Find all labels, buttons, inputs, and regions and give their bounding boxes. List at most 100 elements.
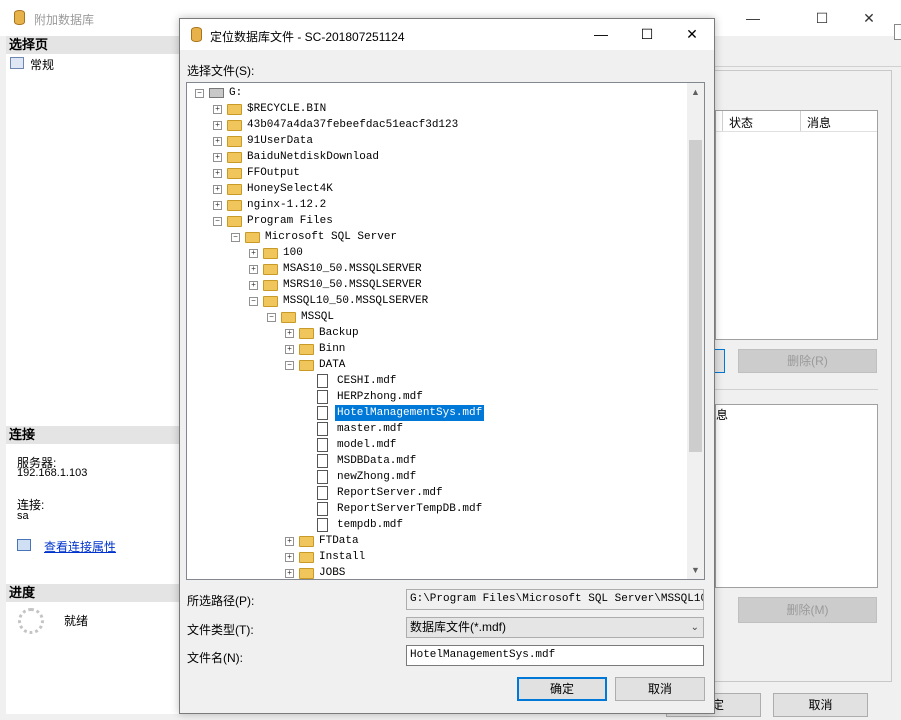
tree-item-label: JOBS xyxy=(319,567,346,579)
left-pane: 选择页 常规 连接 服务器: 192.168.1.103 连接: sa 查看连接… xyxy=(6,36,180,714)
expand-icon[interactable]: + xyxy=(285,553,294,562)
tree-item-label: BaiduNetdiskDownload xyxy=(247,151,380,163)
folder-icon xyxy=(299,328,314,339)
remove-file-button[interactable]: 删除(M) xyxy=(738,597,877,623)
file-name-label: 文件名(N): xyxy=(187,651,243,665)
expand-icon[interactable]: + xyxy=(213,121,222,130)
collapse-icon[interactable]: − xyxy=(285,361,294,370)
select-file-label: 选择文件(S): xyxy=(187,64,255,78)
expand-icon[interactable]: + xyxy=(249,281,258,290)
cancel-button[interactable]: 取消 xyxy=(615,677,705,701)
bg-maximize-button[interactable]: ☐ xyxy=(799,3,845,33)
folder-icon xyxy=(227,120,242,131)
bg-toolbar-button[interactable] xyxy=(894,24,901,40)
collapse-icon[interactable]: − xyxy=(249,297,258,306)
expand-icon[interactable]: + xyxy=(285,345,294,354)
collapse-icon[interactable]: − xyxy=(213,217,222,226)
selected-path-field[interactable]: G:\Program Files\Microsoft SQL Server\MS… xyxy=(406,589,704,610)
file-icon xyxy=(317,470,328,484)
dialog-maximize-button[interactable]: ☐ xyxy=(624,19,670,50)
collapse-icon[interactable]: − xyxy=(231,233,240,242)
grid-header-message[interactable]: 消息 xyxy=(807,114,831,131)
tree-item-label: Program Files xyxy=(247,215,333,227)
file-type-select[interactable]: 数据库文件(*.mdf) ⌄ xyxy=(406,617,704,638)
databases-grid[interactable]: 状态 消息 xyxy=(715,110,878,340)
scroll-up-arrow-icon[interactable]: ▲ xyxy=(691,87,700,97)
bg-minimize-button[interactable]: — xyxy=(730,3,776,33)
tree-item-label: FTData xyxy=(319,535,359,547)
expand-icon[interactable]: + xyxy=(285,329,294,338)
dialog-title: 定位数据库文件 - SC-201807251124 xyxy=(210,30,405,44)
folder-icon xyxy=(281,312,296,323)
file-icon xyxy=(317,438,328,452)
file-icon xyxy=(317,422,328,436)
expand-icon[interactable]: + xyxy=(249,265,258,274)
expand-icon[interactable]: + xyxy=(213,105,222,114)
tree-item-label: MSDBData.mdf xyxy=(337,455,417,467)
ok-button[interactable]: 确定 xyxy=(517,677,607,701)
progress-header: 进度 xyxy=(6,584,179,602)
file-icon xyxy=(317,374,328,388)
expand-icon[interactable]: + xyxy=(285,537,294,546)
folder-icon xyxy=(299,568,314,579)
file-icon xyxy=(317,502,328,516)
file-tree[interactable]: − G: + $RECYCLE.BIN +43b047a4da37febeefdac51… xyxy=(186,82,705,580)
folder-icon xyxy=(263,264,278,275)
tree-vertical-scrollbar[interactable]: ▲ ▼ xyxy=(687,83,704,579)
tree-item-label: G: xyxy=(229,87,243,99)
expand-icon[interactable]: + xyxy=(285,569,294,578)
details-grid[interactable]: 息 xyxy=(715,404,878,588)
bg-toolbar xyxy=(715,36,901,67)
expand-icon[interactable]: + xyxy=(249,249,258,258)
folder-icon xyxy=(227,152,242,163)
tree-item-label: 43b047a4da37febeefdac51eacf3d123 xyxy=(247,119,459,131)
expand-icon[interactable]: + xyxy=(213,201,222,210)
chevron-down-icon: ⌄ xyxy=(690,622,699,633)
tree-item-label: 100 xyxy=(283,247,303,259)
folder-icon xyxy=(263,280,278,291)
file-type-value: 数据库文件(*.mdf) xyxy=(410,620,507,634)
folder-icon xyxy=(227,216,242,227)
tree-item-label: HERPzhong.mdf xyxy=(337,391,423,403)
collapse-icon[interactable]: − xyxy=(195,89,204,98)
expand-icon[interactable]: + xyxy=(213,153,222,162)
bg-close-button[interactable]: ✕ xyxy=(846,3,892,33)
file-icon xyxy=(317,406,328,420)
tree-item-label: HotelManagementSys.mdf xyxy=(335,405,485,421)
dialog-minimize-button[interactable]: — xyxy=(578,19,624,50)
scroll-down-arrow-icon[interactable]: ▼ xyxy=(691,565,700,575)
grid-header-divider xyxy=(722,111,723,131)
grid-header-status[interactable]: 状态 xyxy=(729,114,753,131)
tree-item-label: HoneySelect4K xyxy=(247,183,333,195)
bg-cancel-button[interactable]: 取消 xyxy=(773,693,868,717)
tree-item-label: MSAS10_50.MSSQLSERVER xyxy=(283,263,422,275)
scrollbar-thumb[interactable] xyxy=(689,140,702,452)
database-icon xyxy=(191,27,202,42)
expand-icon[interactable]: + xyxy=(213,185,222,194)
connection-value: sa xyxy=(17,510,29,522)
folder-icon xyxy=(245,232,260,243)
add-button-fragment[interactable] xyxy=(715,349,725,373)
folder-icon xyxy=(263,248,278,259)
tree-item-label: 91UserData xyxy=(247,135,314,147)
expand-icon[interactable]: + xyxy=(213,169,222,178)
folder-icon xyxy=(227,168,242,179)
tree-item-label: Install xyxy=(319,551,366,563)
connection-header: 连接 xyxy=(6,426,179,444)
remove-database-button[interactable]: 删除(R) xyxy=(738,349,877,373)
expand-icon[interactable]: + xyxy=(213,137,222,146)
page-general[interactable]: 常规 xyxy=(30,56,54,73)
server-value: 192.168.1.103 xyxy=(17,467,88,479)
dialog-close-button[interactable]: ✕ xyxy=(669,19,715,50)
tree-item-label: ReportServer.mdf xyxy=(337,487,443,499)
progress-status: 就绪 xyxy=(64,614,89,628)
file-icon xyxy=(317,486,328,500)
folder-icon xyxy=(227,200,242,211)
view-connection-properties-link[interactable]: 查看连接属性 xyxy=(44,538,116,555)
collapse-icon[interactable]: − xyxy=(267,313,276,322)
file-name-input[interactable]: HotelManagementSys.mdf xyxy=(406,645,704,666)
locate-database-file-dialog: 定位数据库文件 - SC-201807251124 — ☐ ✕ 选择文件(S):… xyxy=(179,18,715,714)
file-icon xyxy=(317,454,328,468)
connection-properties-icon xyxy=(17,539,31,551)
tree-item-label: Backup xyxy=(319,327,359,339)
